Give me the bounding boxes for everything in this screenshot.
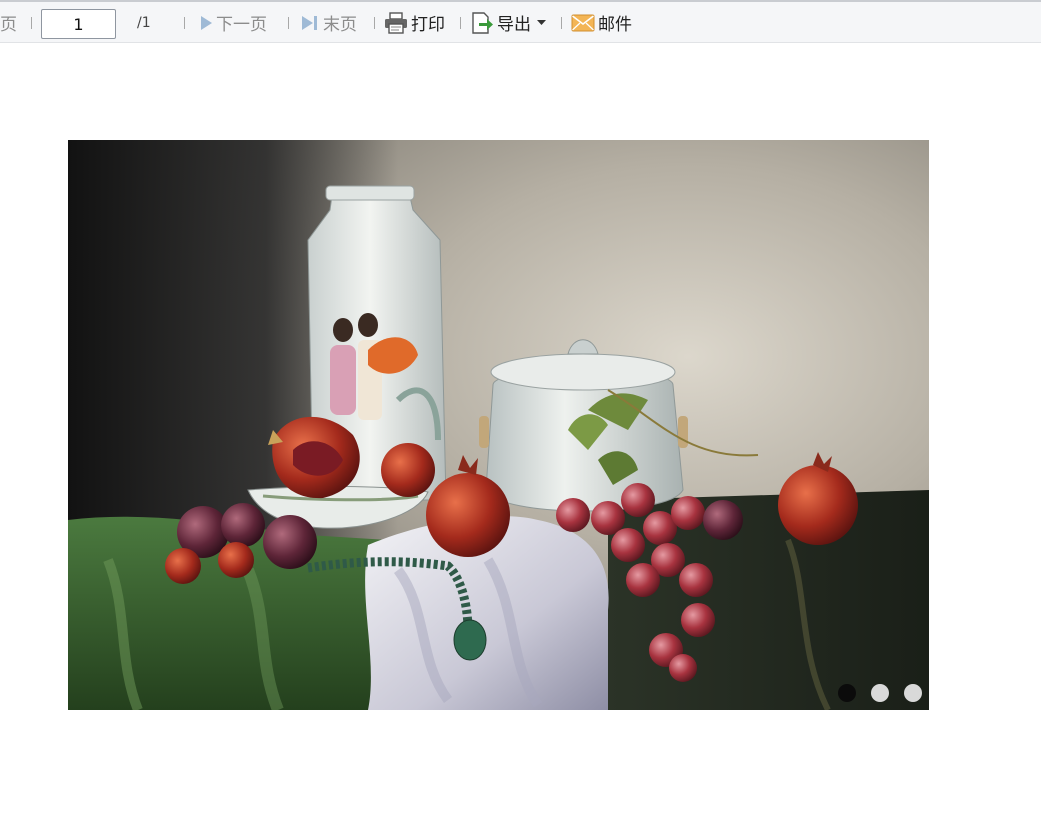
toolbar-divider [184,17,185,29]
carousel-dot-3[interactable] [904,684,922,702]
export-icon [470,11,494,35]
toolbar-divider [374,17,375,29]
prev-page-label: 页 [0,15,17,35]
mail-button[interactable]: 邮件 [571,2,632,43]
caret-down-icon [537,19,546,26]
still-life-painting [68,140,929,710]
toolbar-divider [31,17,32,29]
mail-label: 邮件 [598,15,632,35]
print-button[interactable]: 打印 [384,2,445,43]
toolbar-divider [561,17,562,29]
prev-page-button[interactable]: 页 [0,2,17,43]
total-pages-label: /1 [137,14,151,31]
play-arrow-icon [199,15,213,31]
page-number-input[interactable] [41,9,116,39]
last-page-button[interactable]: 末页 [300,2,357,43]
carousel-dot-2[interactable] [871,684,889,702]
next-page-button[interactable]: 下一页 [199,2,267,43]
image-carousel [68,140,929,710]
next-page-label: 下一页 [216,15,267,35]
toolbar-divider [288,17,289,29]
skip-to-end-icon [300,14,320,32]
envelope-icon [571,14,595,32]
carousel-dot-1[interactable] [838,684,856,702]
print-label: 打印 [411,15,445,35]
toolbar-divider [460,17,461,29]
last-page-label: 末页 [323,15,357,35]
export-label: 导出 [497,15,531,35]
report-toolbar: 页 /1 下一页 末页 打印 [0,0,1041,43]
printer-icon [384,11,408,34]
export-dropdown-button[interactable]: 导出 [470,2,549,43]
